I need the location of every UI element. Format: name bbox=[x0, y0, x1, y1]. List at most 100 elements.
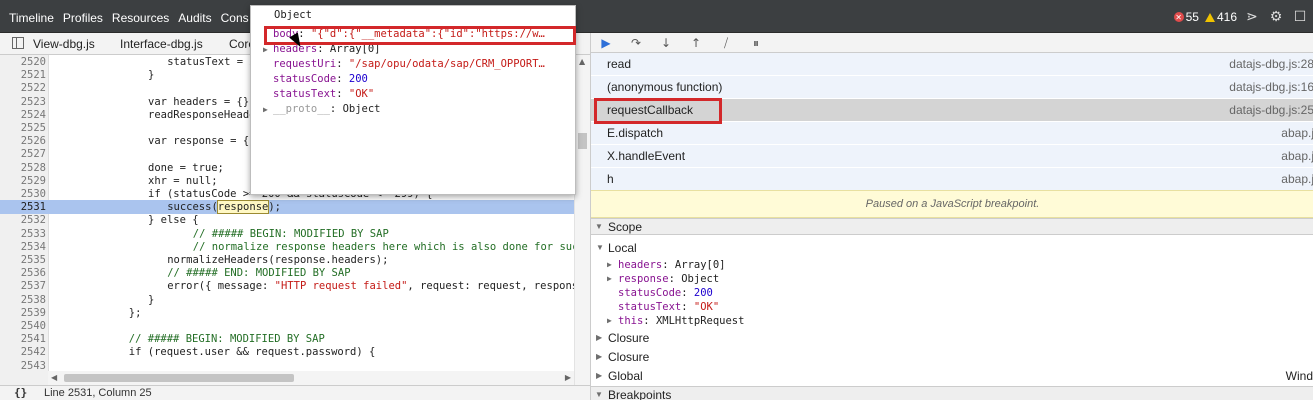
line-number[interactable]: 2526 bbox=[9, 134, 46, 148]
call-frame[interactable]: (anonymous function) datajs-dbg.js:16 bbox=[591, 76, 1313, 99]
scope-local[interactable]: ▼ Local bbox=[596, 241, 637, 255]
panel-tab-cons[interactable]: Cons bbox=[221, 11, 249, 25]
code-token: done = true; bbox=[148, 161, 224, 174]
error-counter[interactable]: ✕ 55 bbox=[1173, 10, 1199, 24]
code-token: // normalize response headers here which… bbox=[192, 240, 590, 253]
expand-triangle-icon[interactable]: ▶ bbox=[607, 258, 617, 272]
resume-icon[interactable]: ▶ bbox=[597, 35, 615, 51]
horizontal-scroll-thumb[interactable] bbox=[64, 374, 294, 382]
step-over-icon[interactable]: ↷ bbox=[627, 35, 645, 51]
line-number[interactable]: 2539 bbox=[9, 306, 46, 320]
line-number[interactable]: 2538 bbox=[9, 293, 46, 307]
settings-gear-icon[interactable]: ⚙ bbox=[1267, 9, 1285, 25]
expand-triangle-icon[interactable]: ▶ bbox=[596, 369, 606, 383]
pause-on-exceptions-icon[interactable]: ⏸ bbox=[747, 35, 765, 51]
scope-variable-headers[interactable]: ▶ headers: Array[0] bbox=[607, 258, 726, 272]
code-line[interactable]: 2535 normalizeHeaders(response.headers); bbox=[0, 253, 574, 267]
drawer-icon[interactable]: ⋗ bbox=[1243, 9, 1261, 25]
frame-location-link[interactable]: datajs-dbg.js:25 bbox=[1229, 103, 1313, 117]
frame-location-link[interactable]: abap.j bbox=[1281, 172, 1313, 186]
call-frame[interactable]: read datajs-dbg.js:28 bbox=[591, 53, 1313, 76]
panel-tab-resources[interactable]: Resources bbox=[112, 11, 169, 25]
line-number[interactable]: 2523 bbox=[9, 95, 46, 109]
line-number[interactable]: 2540 bbox=[9, 319, 46, 333]
pretty-print-button[interactable]: {} bbox=[14, 386, 27, 399]
line-number[interactable]: 2524 bbox=[9, 108, 46, 122]
line-number[interactable]: 2537 bbox=[9, 279, 46, 293]
frame-location-link[interactable]: datajs-dbg.js:16 bbox=[1229, 80, 1313, 94]
popover-property-proto[interactable]: ▶ __proto__: Object bbox=[263, 102, 575, 116]
line-number[interactable]: 2520 bbox=[9, 55, 46, 69]
scope-variable-this[interactable]: ▶ this: XMLHttpRequest bbox=[607, 314, 744, 328]
code-line[interactable]: 2537 error({ message: "HTTP request faile… bbox=[0, 279, 590, 293]
scroll-left-icon[interactable]: ◀ bbox=[51, 373, 57, 382]
call-frame[interactable]: X.handleEvent abap.j bbox=[591, 145, 1313, 168]
line-number[interactable]: 2522 bbox=[9, 81, 46, 95]
step-out-icon[interactable]: ↑ bbox=[687, 35, 705, 51]
popover-property-statusText[interactable]: statusText: "OK" bbox=[263, 87, 575, 101]
scope-global[interactable]: ▶ Global bbox=[596, 369, 643, 383]
line-number[interactable]: 2525 bbox=[9, 121, 46, 135]
line-number[interactable]: 2531 bbox=[9, 200, 46, 214]
expand-triangle-icon[interactable]: ▶ bbox=[596, 350, 606, 364]
code-line[interactable]: 2534 // normalize response headers here w… bbox=[0, 240, 590, 254]
call-frame[interactable]: h abap.j bbox=[591, 168, 1313, 191]
code-line[interactable]: 2542 if (request.user && request.password… bbox=[0, 345, 574, 359]
line-number[interactable]: 2542 bbox=[9, 345, 46, 359]
deactivate-breakpoints-icon[interactable]: ⧸ bbox=[717, 35, 735, 51]
line-number[interactable]: 2535 bbox=[9, 253, 46, 267]
file-tab-view-dbg[interactable]: View-dbg.js bbox=[33, 37, 95, 51]
scope-closure[interactable]: ▶ Closure bbox=[596, 331, 649, 345]
popover-property-requestUri[interactable]: requestUri: "/sap/opu/odata/sap/CRM_OPPO… bbox=[263, 57, 575, 71]
line-number[interactable]: 2530 bbox=[9, 187, 46, 201]
step-into-icon[interactable]: ↓ bbox=[657, 35, 675, 51]
editor-horizontal-scrollbar[interactable]: ◀ ▶ bbox=[48, 371, 574, 385]
expand-triangle-icon[interactable]: ▶ bbox=[263, 103, 273, 116]
scope-variable-statusCode[interactable]: statusCode: 200 bbox=[618, 286, 713, 300]
code-line[interactable]: 2539}; bbox=[0, 306, 574, 320]
line-number[interactable]: 2543 bbox=[9, 359, 46, 373]
panel-tab-profiles[interactable]: Profiles bbox=[63, 11, 103, 25]
dock-icon[interactable]: ☐ bbox=[1291, 9, 1309, 25]
panel-tab-timeline[interactable]: Timeline bbox=[9, 11, 54, 25]
line-number[interactable]: 2536 bbox=[9, 266, 46, 280]
scope-section-header[interactable]: ▼ Scope bbox=[591, 218, 1313, 235]
popover-property-statusCode[interactable]: statusCode: 200 bbox=[263, 72, 575, 86]
frame-location-link[interactable]: abap.j bbox=[1281, 149, 1313, 163]
navigator-toggle-icon[interactable] bbox=[12, 37, 24, 49]
hovered-token[interactable]: response bbox=[216, 200, 270, 215]
expand-triangle-icon[interactable]: ▶ bbox=[596, 331, 606, 345]
code-line[interactable]: 2540 bbox=[0, 319, 574, 333]
file-tab-interface-dbg[interactable]: Interface-dbg.js bbox=[120, 37, 203, 51]
editor-vertical-scrollbar[interactable]: ▲ bbox=[574, 55, 590, 385]
code-line[interactable]: 2541 // ##### BEGIN: MODIFIED BY SAP bbox=[0, 332, 574, 346]
code-line[interactable]: 2536 // ##### END: MODIFIED BY SAP bbox=[0, 266, 574, 280]
scope-variable-response[interactable]: ▶ response: Object bbox=[607, 272, 719, 286]
scroll-up-icon[interactable]: ▲ bbox=[579, 57, 585, 66]
breakpoints-section-header[interactable]: ▼ Breakpoints bbox=[591, 386, 1313, 400]
expand-triangle-icon[interactable]: ▶ bbox=[607, 272, 617, 286]
line-number[interactable]: 2521 bbox=[9, 68, 46, 82]
frame-location-link[interactable]: datajs-dbg.js:28 bbox=[1229, 57, 1313, 71]
code-line-active[interactable]: 2531 success(response); bbox=[0, 200, 574, 215]
scroll-right-icon[interactable]: ▶ bbox=[565, 373, 571, 382]
line-number[interactable]: 2529 bbox=[9, 174, 46, 188]
panel-tab-audits[interactable]: Audits bbox=[178, 11, 211, 25]
line-number[interactable]: 2528 bbox=[9, 161, 46, 175]
property-key: __proto__ bbox=[273, 103, 330, 115]
scope-variable-statusText[interactable]: statusText: "OK" bbox=[618, 300, 719, 314]
expand-triangle-icon[interactable]: ▶ bbox=[607, 314, 617, 328]
call-frame[interactable]: E.dispatch abap.j bbox=[591, 122, 1313, 145]
line-number[interactable]: 2532 bbox=[9, 213, 46, 227]
code-line[interactable]: 2532} else { bbox=[0, 213, 574, 227]
warning-counter[interactable]: 416 bbox=[1204, 10, 1237, 24]
line-number[interactable]: 2534 bbox=[9, 240, 46, 254]
code-line[interactable]: 2533 // ##### BEGIN: MODIFIED BY SAP bbox=[0, 227, 574, 241]
code-line[interactable]: 2538} bbox=[0, 293, 574, 307]
line-number[interactable]: 2533 bbox=[9, 227, 46, 241]
scope-closure[interactable]: ▶ Closure bbox=[596, 350, 649, 364]
vertical-scroll-thumb[interactable] bbox=[578, 133, 587, 149]
line-number[interactable]: 2527 bbox=[9, 147, 46, 161]
line-number[interactable]: 2541 bbox=[9, 332, 46, 346]
frame-location-link[interactable]: abap.j bbox=[1281, 126, 1313, 140]
